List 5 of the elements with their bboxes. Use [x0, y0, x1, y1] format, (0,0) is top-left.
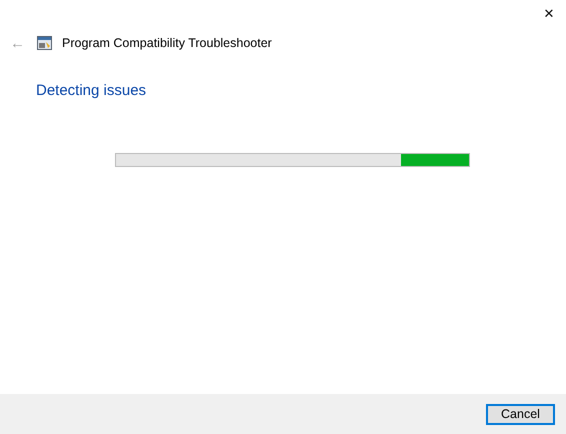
page-heading: Detecting issues [36, 82, 148, 99]
program-window-icon [37, 36, 52, 50]
cancel-button[interactable]: Cancel [486, 404, 555, 424]
window-title: Program Compatibility Troubleshooter [62, 36, 272, 50]
close-button[interactable]: ✕ [534, 0, 564, 26]
